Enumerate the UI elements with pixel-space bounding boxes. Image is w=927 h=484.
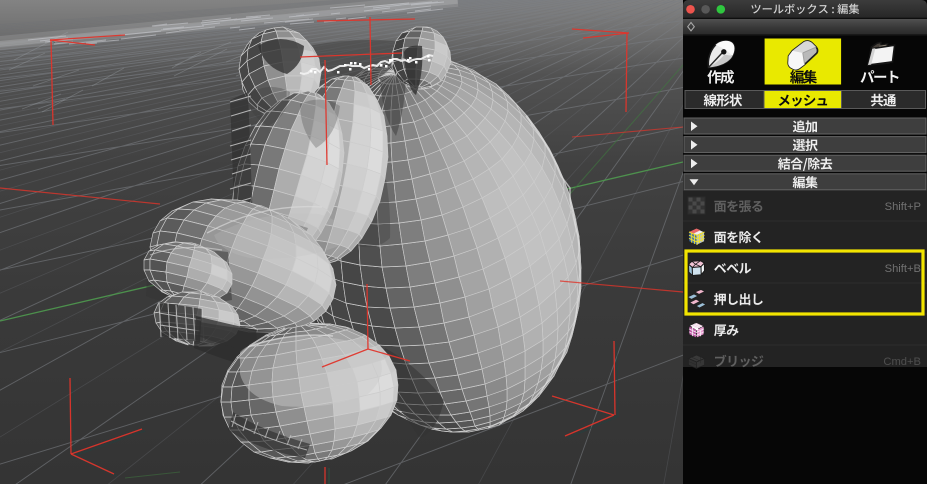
svg-text:Shift+P: Shift+P [885, 201, 921, 213]
svg-text:Shift+B: Shift+B [885, 263, 921, 275]
svg-text:Cmd+B: Cmd+B [883, 356, 921, 368]
